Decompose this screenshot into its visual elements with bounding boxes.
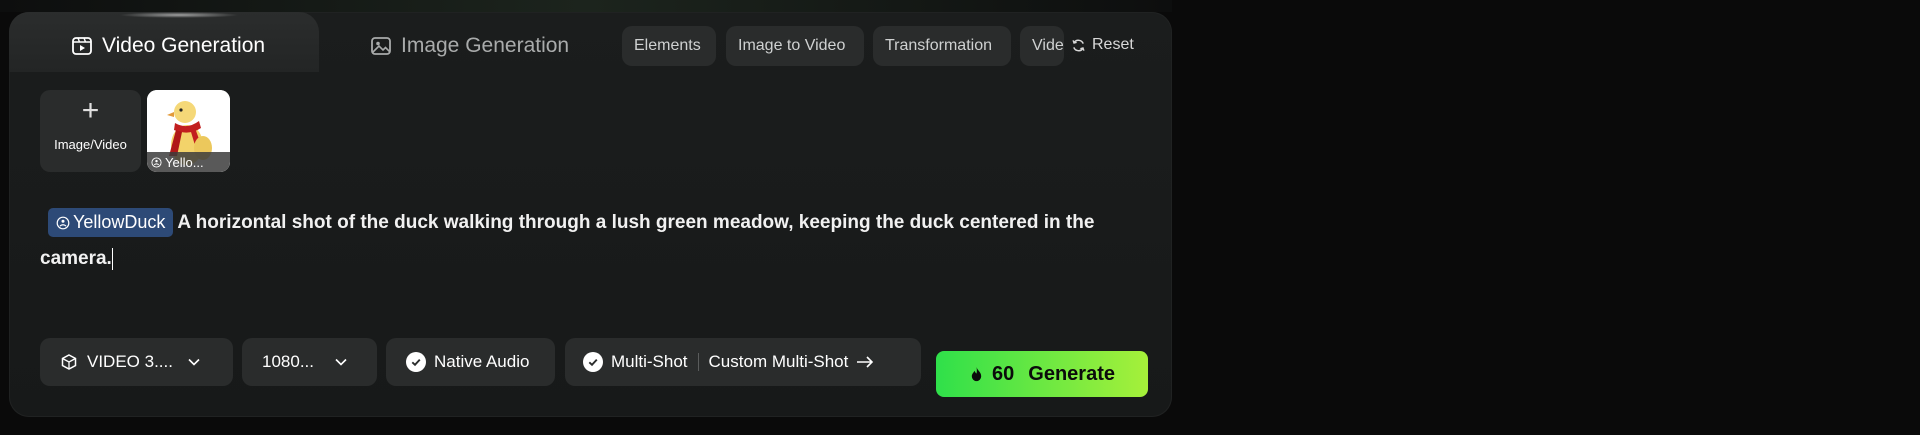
chevron-down-icon xyxy=(335,358,347,366)
plus-icon: + xyxy=(81,94,100,127)
chip-transformation[interactable]: Transformation xyxy=(873,26,1011,66)
divider xyxy=(697,353,699,371)
top-decor-strip xyxy=(0,0,1172,12)
element-mention-tag[interactable]: YellowDuck xyxy=(48,208,174,238)
refresh-icon xyxy=(1072,39,1085,51)
active-tab-glow xyxy=(119,12,239,18)
custom-multi-shot-label: Custom Multi-Shot xyxy=(708,352,849,371)
tab-label: Video Generation xyxy=(102,34,266,57)
model-label: VIDEO 3.... xyxy=(87,352,173,371)
element-icon xyxy=(56,216,70,230)
tab-video-generation[interactable]: Video Generation xyxy=(71,34,265,58)
multi-shot-label: Multi-Shot xyxy=(611,352,688,371)
mention-label: YellowDuck xyxy=(73,212,166,233)
prompt-text: A horizontal shot of the duck walking th… xyxy=(40,212,1095,269)
chip-image-to-video[interactable]: Image to Video xyxy=(726,26,864,66)
element-icon xyxy=(151,156,162,168)
asset-caption: Yello... xyxy=(147,152,230,172)
upload-image-video-button[interactable]: + Image/Video xyxy=(40,90,141,172)
model-select[interactable]: VIDEO 3.... xyxy=(40,338,233,386)
text-caret xyxy=(111,247,113,270)
native-audio-label: Native Audio xyxy=(434,352,530,371)
checkmark-icon xyxy=(583,352,603,372)
tab-label: Image Generation xyxy=(401,34,570,57)
cube-icon xyxy=(61,354,77,370)
arrow-right-icon xyxy=(857,356,874,368)
generation-panel: Video Generation Image Generation Elemen… xyxy=(9,12,1172,417)
video-icon xyxy=(72,37,92,55)
checkmark-icon xyxy=(406,352,426,372)
tab-image-generation[interactable]: Image Generation xyxy=(370,34,569,58)
generate-label: Generate xyxy=(1028,362,1115,385)
reset-button[interactable]: Reset xyxy=(1071,36,1134,54)
chip-video-truncated[interactable]: Video xyxy=(1020,26,1064,66)
reset-label: Reset xyxy=(1092,36,1134,53)
upload-label: Image/Video xyxy=(54,137,127,152)
prompt-editor[interactable]: YellowDuck A horizontal shot of the duck… xyxy=(40,205,1135,277)
asset-caption-text: Yello... xyxy=(165,154,204,170)
flame-icon xyxy=(971,366,982,381)
multi-shot-control[interactable]: Multi-Shot Custom Multi-Shot xyxy=(565,338,921,386)
chevron-down-icon xyxy=(188,358,200,366)
image-icon xyxy=(371,37,391,55)
asset-thumbnail-yellowduck[interactable]: Yello... xyxy=(147,90,230,172)
chip-elements[interactable]: Elements xyxy=(622,26,716,66)
generate-button[interactable]: 60 Generate xyxy=(936,351,1148,397)
resolution-label: 1080... xyxy=(262,352,314,371)
generate-cost: 60 xyxy=(992,362,1015,385)
resolution-select[interactable]: 1080... xyxy=(242,338,377,386)
native-audio-toggle[interactable]: Native Audio xyxy=(386,338,555,386)
